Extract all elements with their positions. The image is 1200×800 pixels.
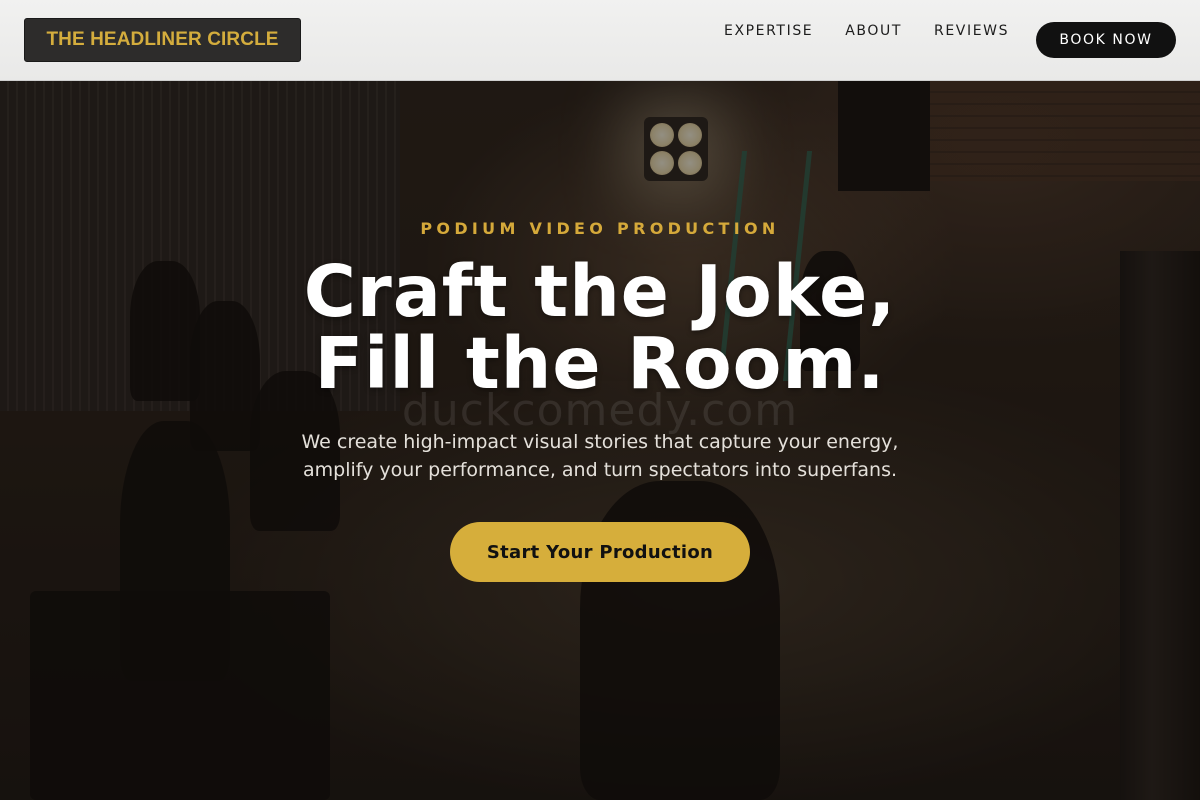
- logo[interactable]: THE HEADLINER CIRCLE: [24, 18, 301, 62]
- nav-link-reviews[interactable]: REVIEWS: [934, 23, 1009, 39]
- headline-line-1: Craft the Joke,: [303, 250, 897, 333]
- hero-eyebrow: PODIUM VIDEO PRODUCTION: [420, 219, 780, 238]
- main-nav: EXPERTISE ABOUT REVIEWS: [724, 23, 1041, 39]
- subtext-line-1: We create high-impact visual stories tha…: [301, 431, 899, 453]
- nav-link-about[interactable]: ABOUT: [845, 23, 902, 39]
- book-now-button[interactable]: BOOK NOW: [1036, 22, 1176, 58]
- nav-link-expertise[interactable]: EXPERTISE: [724, 23, 813, 39]
- hero-content: PODIUM VIDEO PRODUCTION Craft the Joke, …: [0, 0, 1200, 800]
- start-production-button[interactable]: Start Your Production: [450, 522, 750, 582]
- subtext-line-2: amplify your performance, and turn spect…: [302, 459, 898, 481]
- hero-headline: Craft the Joke, Fill the Room.: [0, 256, 1200, 400]
- hero-subtext: We create high-impact visual stories tha…: [0, 428, 1200, 484]
- site-header: THE HEADLINER CIRCLE EXPERTISE ABOUT REV…: [0, 0, 1200, 81]
- logo-text: THE HEADLINER CIRCLE: [46, 29, 279, 50]
